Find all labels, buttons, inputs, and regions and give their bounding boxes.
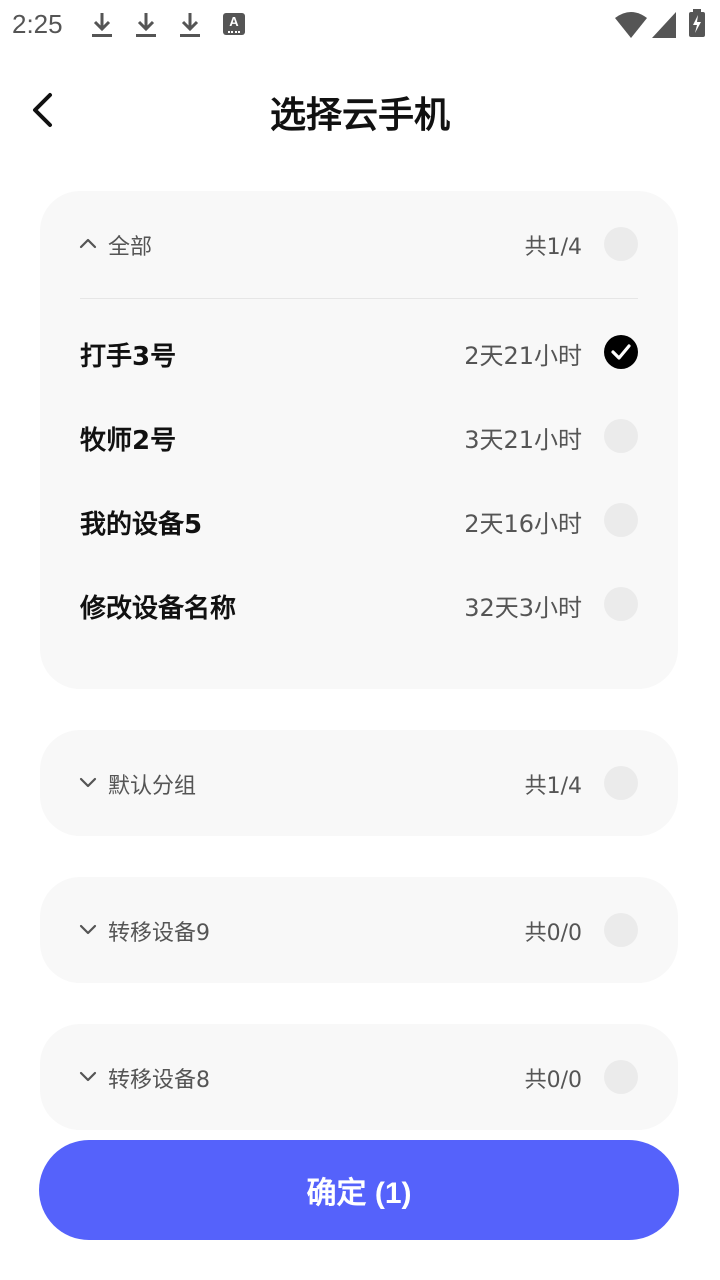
chevron-down-icon <box>79 924 97 935</box>
group-select-radio[interactable] <box>604 227 638 261</box>
chevron-down-icon <box>79 777 97 788</box>
device-row[interactable]: 打手3号 2天21小时 <box>40 310 678 394</box>
header: 选择云手机 <box>0 60 720 160</box>
divider <box>80 298 638 299</box>
battery-charging-icon <box>689 9 705 37</box>
device-name: 牧师2号 <box>80 426 177 456</box>
device-row[interactable]: 牧师2号 3天21小时 <box>40 394 678 478</box>
group-card-transfer-8: 转移设备8 共0/0 <box>40 1024 678 1130</box>
device-select-radio-checked[interactable] <box>604 335 638 369</box>
group-card-transfer-9: 转移设备9 共0/0 <box>40 877 678 983</box>
confirm-button[interactable]: 确定 (1) <box>39 1140 679 1240</box>
signal-icon <box>652 12 676 38</box>
group-header[interactable]: 默认分组 共1/4 <box>40 730 678 836</box>
device-remaining-time: 32天3小时 <box>464 594 582 622</box>
checkmark-icon <box>611 344 631 360</box>
group-count: 共0/0 <box>524 1068 582 1093</box>
group-card-default: 默认分组 共1/4 <box>40 730 678 836</box>
group-header[interactable]: 转移设备8 共0/0 <box>40 1024 678 1130</box>
device-select-radio[interactable] <box>604 503 638 537</box>
device-name: 修改设备名称 <box>80 594 237 624</box>
page-title: 选择云手机 <box>269 95 450 136</box>
wifi-icon <box>615 12 647 38</box>
download-icon <box>92 13 112 37</box>
device-select-radio[interactable] <box>604 587 638 621</box>
device-remaining-time: 3天21小时 <box>464 426 582 454</box>
group-header[interactable]: 全部 共1/4 <box>40 191 678 297</box>
device-name: 打手3号 <box>80 342 177 372</box>
group-count: 共0/0 <box>524 921 582 946</box>
group-select-radio[interactable] <box>604 1060 638 1094</box>
device-remaining-time: 2天21小时 <box>464 342 582 370</box>
download-icon <box>180 13 200 37</box>
device-remaining-time: 2天16小时 <box>464 510 582 538</box>
group-name: 全部 <box>108 235 153 260</box>
device-row[interactable]: 修改设备名称 32天3小时 <box>40 562 678 646</box>
group-name: 转移设备9 <box>108 921 210 946</box>
group-count: 共1/4 <box>524 774 582 799</box>
device-name: 我的设备5 <box>80 510 203 540</box>
group-select-radio[interactable] <box>604 913 638 947</box>
chevron-up-icon <box>79 238 97 249</box>
device-select-radio[interactable] <box>604 419 638 453</box>
chevron-down-icon <box>79 1071 97 1082</box>
device-row[interactable]: 我的设备5 2天16小时 <box>40 478 678 562</box>
status-bar: 2:25 A <box>0 0 720 50</box>
group-count: 共1/4 <box>524 235 582 260</box>
group-header[interactable]: 转移设备9 共0/0 <box>40 877 678 983</box>
group-select-radio[interactable] <box>604 766 638 800</box>
group-card-all: 全部 共1/4 打手3号 2天21小时 牧师2号 3天21小时 我的设备5 2天… <box>40 191 678 689</box>
download-icon <box>136 13 156 37</box>
group-name: 默认分组 <box>108 774 197 799</box>
accessibility-a-icon: A <box>223 13 245 35</box>
status-time: 2:25 <box>12 9 63 39</box>
group-name: 转移设备8 <box>108 1068 210 1093</box>
